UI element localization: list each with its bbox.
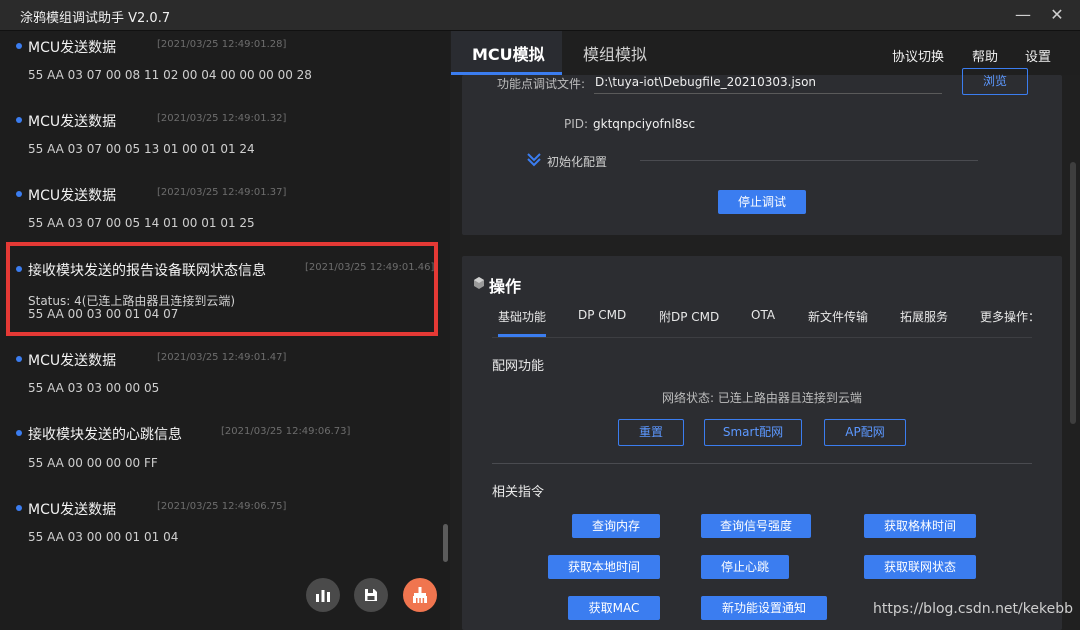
log-time: [2021/03/25 12:49:01.46]	[305, 262, 435, 273]
watermark: https://blog.csdn.net/kekebb	[873, 601, 1073, 617]
clear-log-button[interactable]	[403, 578, 437, 612]
ap-config-button[interactable]: AP配网	[824, 419, 906, 446]
config-panel: 功能点调试文件: D:\tuya-iot\Debugfile_20210303.…	[462, 68, 1062, 235]
help-link[interactable]: 帮助	[972, 46, 998, 65]
log-time: [2021/03/25 12:49:01.37]	[157, 187, 287, 198]
init-config-label: 初始化配置	[547, 155, 608, 169]
subtab-more-operations[interactable]: 更多操作：	[980, 308, 1036, 325]
log-entry: MCU发送数据 [2021/03/25 12:49:06.75] 55 AA 0…	[16, 499, 436, 549]
tab-mcu-simulation[interactable]: MCU模拟	[451, 31, 562, 75]
subtab-divider	[492, 337, 1032, 338]
pid-value: gktqnpciyofnl8sc	[593, 117, 696, 131]
get-mac-button[interactable]: 获取MAC	[568, 596, 660, 620]
get-local-time-button[interactable]: 获取本地时间	[548, 555, 660, 579]
log-line: 55 AA 03 07 00 05 14 01 00 01 01 25	[28, 216, 255, 230]
subtab-basic[interactable]: 基础功能	[498, 308, 546, 325]
window-title: 涂鸦模组调试助手 V2.0.7	[20, 11, 171, 26]
tab-module-simulation[interactable]: 模组模拟	[583, 41, 647, 65]
file-path-underline	[594, 93, 942, 94]
main-scrollbar[interactable]	[1070, 162, 1076, 424]
file-path-field[interactable]: D:\tuya-iot\Debugfile_20210303.json	[595, 75, 816, 89]
close-button[interactable]: ✕	[1045, 3, 1069, 27]
operations-panel: 操作 基础功能 DP CMD 附DP CMD OTA 新文件传输 拓展服务 更多…	[462, 256, 1062, 630]
log-header: MCU发送数据	[28, 114, 117, 130]
log-entry: MCU发送数据 [2021/03/25 12:49:01.28] 55 AA 0…	[16, 37, 436, 87]
subtab-extended-services[interactable]: 拓展服务	[900, 308, 948, 325]
save-button[interactable]	[354, 578, 388, 612]
stop-heartbeat-button[interactable]: 停止心跳	[701, 555, 789, 579]
log-header: MCU发送数据	[28, 40, 117, 56]
query-signal-button[interactable]: 查询信号强度	[701, 514, 811, 538]
bullet-icon	[16, 356, 22, 362]
tab-label: MCU模拟	[472, 45, 545, 64]
init-config-divider	[640, 160, 978, 161]
bullet-icon	[16, 505, 22, 511]
log-time: [2021/03/25 12:49:06.73]	[221, 426, 351, 437]
bullet-icon	[16, 43, 22, 49]
browse-button[interactable]: 浏览	[962, 68, 1028, 95]
log-entry: MCU发送数据 [2021/03/25 12:49:01.32] 55 AA 0…	[16, 111, 436, 161]
cube-icon	[474, 277, 484, 289]
pid-label: PID:	[564, 117, 589, 131]
bullet-icon	[16, 430, 22, 436]
log-line: 55 AA 00 03 00 01 04 07	[28, 307, 179, 321]
title-bar: 涂鸦模组调试助手 V2.0.7 — ✕	[0, 0, 1080, 31]
reset-button[interactable]: 重置	[618, 419, 684, 446]
log-line: 55 AA 03 00 00 01 01 04	[28, 530, 179, 544]
log-line: 55 AA 03 07 00 05 13 01 00 01 01 24	[28, 142, 255, 156]
log-panel: MCU发送数据 [2021/03/25 12:49:01.28] 55 AA 0…	[0, 31, 450, 630]
save-icon	[365, 589, 377, 601]
log-time: [2021/03/25 12:49:01.32]	[157, 113, 287, 124]
log-line: 55 AA 03 07 00 08 11 02 00 04 00 00 00 0…	[28, 68, 312, 82]
query-memory-button[interactable]: 查询内存	[572, 514, 660, 538]
protocol-switch-link[interactable]: 协议切换	[892, 46, 944, 65]
log-entry: MCU发送数据 [2021/03/25 12:49:01.37] 55 AA 0…	[16, 185, 436, 235]
chart-button[interactable]	[306, 578, 340, 612]
log-line: 55 AA 00 00 00 00 FF	[28, 456, 158, 470]
log-header: 接收模块发送的心跳信息	[28, 427, 182, 443]
subtab-file-transfer[interactable]: 新文件传输	[808, 308, 868, 325]
network-status: 网络状态: 已连上路由器且连接到云端	[662, 391, 862, 405]
subtab-dp-cmd[interactable]: DP CMD	[578, 308, 626, 322]
log-header: MCU发送数据	[28, 502, 117, 518]
log-time: [2021/03/25 12:49:01.28]	[157, 39, 287, 50]
log-header: MCU发送数据	[28, 353, 117, 369]
main-panel: MCU模拟 模组模拟 协议切换 帮助 设置 功能点调试文件: D:\tuya-i…	[450, 31, 1080, 630]
stop-debug-button[interactable]: 停止调试	[718, 190, 806, 214]
get-network-status-button[interactable]: 获取联网状态	[864, 555, 976, 579]
clear-icon	[413, 587, 427, 603]
bullet-icon	[16, 266, 22, 272]
subtab-attached-dp-cmd[interactable]: 附DP CMD	[659, 308, 719, 325]
chart-icon	[316, 590, 330, 602]
log-entry: 接收模块发送的报告设备联网状态信息 [2021/03/25 12:49:01.4…	[16, 260, 436, 324]
subtab-ota[interactable]: OTA	[751, 308, 775, 322]
file-label: 功能点调试文件:	[497, 77, 586, 91]
log-time: [2021/03/25 12:49:06.75]	[157, 501, 287, 512]
get-gmt-time-button[interactable]: 获取格林时间	[864, 514, 976, 538]
double-chevron-down-icon	[527, 153, 541, 167]
log-line: 55 AA 03 03 00 00 05	[28, 381, 160, 395]
bullet-icon	[16, 117, 22, 123]
network-config-title: 配网功能	[492, 359, 545, 374]
related-commands-title: 相关指令	[492, 485, 545, 500]
minimize-button[interactable]: —	[1011, 3, 1035, 27]
log-entry: MCU发送数据 [2021/03/25 12:49:01.47] 55 AA 0…	[16, 350, 436, 400]
log-header: MCU发送数据	[28, 188, 117, 204]
smart-config-button[interactable]: Smart配网	[704, 419, 802, 446]
section-divider	[492, 463, 1032, 464]
log-entry: 接收模块发送的心跳信息 [2021/03/25 12:49:06.73] 55 …	[16, 424, 436, 474]
new-feature-notify-button[interactable]: 新功能设置通知	[701, 596, 827, 620]
bullet-icon	[16, 191, 22, 197]
operations-title: 操作	[489, 277, 522, 296]
log-time: [2021/03/25 12:49:01.47]	[157, 352, 287, 363]
settings-link[interactable]: 设置	[1025, 46, 1051, 65]
log-header: 接收模块发送的报告设备联网状态信息	[28, 263, 266, 279]
log-scrollbar[interactable]	[443, 524, 448, 562]
